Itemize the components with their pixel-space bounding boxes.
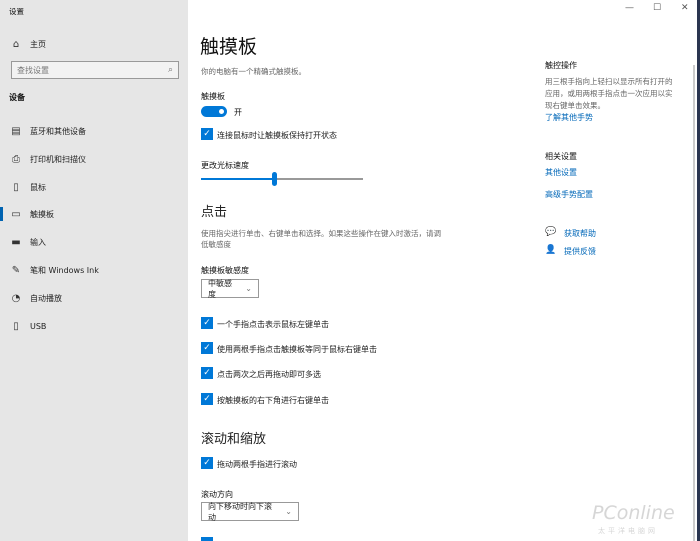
scroll-direction-label: 滚动方向 bbox=[201, 490, 233, 499]
item-label: 自动播放 bbox=[30, 293, 62, 303]
bluetooth-devices-icon: ▤ bbox=[11, 125, 21, 137]
two-finger-scroll-checkbox[interactable]: ✓ bbox=[201, 457, 213, 469]
sensitivity-label: 触摸板敏感度 bbox=[201, 266, 249, 275]
mouse-icon: ▯ bbox=[13, 181, 19, 193]
item-label: 输入 bbox=[30, 237, 46, 247]
tap-option-label: 点击两次之后再拖动即可多选 bbox=[217, 370, 321, 379]
item-label: 打印机和扫描仪 bbox=[30, 154, 86, 164]
section-heading: 设备 bbox=[9, 93, 25, 102]
keyboard-icon: ▬ bbox=[11, 236, 21, 248]
tap-heading: 点击 bbox=[201, 205, 228, 220]
search-input[interactable]: 查找设置 ⌕ bbox=[11, 61, 179, 79]
maximize-button[interactable]: ☐ bbox=[653, 3, 661, 13]
partial-checkbox[interactable] bbox=[201, 537, 213, 541]
related-settings-heading: 相关设置 bbox=[545, 152, 577, 161]
tap-desc-2: 低敏感度 bbox=[201, 240, 231, 249]
sidebar-item-mouse[interactable]: ▯ 鼠标 bbox=[0, 175, 188, 199]
page-subtitle: 你的电脑有一个精确式触摸板。 bbox=[201, 67, 306, 76]
keep-on-checkbox[interactable]: ✓ bbox=[201, 128, 213, 140]
sidebar-item-touchpad[interactable]: ▭ 触摸板 bbox=[0, 202, 188, 226]
tap-option-label: 一个手指点击表示鼠标左键单击 bbox=[217, 320, 329, 329]
home-icon: ⌂ bbox=[12, 38, 20, 50]
search-icon: ⌕ bbox=[167, 65, 173, 75]
usb-icon: ▯ bbox=[13, 320, 19, 332]
item-label: USB bbox=[30, 321, 47, 331]
two-finger-scroll-label: 拖动两根手指进行滚动 bbox=[217, 460, 297, 469]
item-label: 笔和 Windows Ink bbox=[30, 265, 99, 275]
touchpad-icon: ▭ bbox=[11, 208, 21, 220]
sidebar-item-typing[interactable]: ▬ 输入 bbox=[0, 230, 188, 254]
item-label: 蓝牙和其他设备 bbox=[30, 126, 86, 136]
dropdown-value: 中敏感度 bbox=[208, 278, 232, 299]
tap-option-checkbox[interactable]: ✓ bbox=[201, 367, 213, 379]
speed-label: 更改光标速度 bbox=[201, 161, 249, 170]
scroll-heading: 滚动和缩放 bbox=[201, 432, 267, 447]
advanced-gestures-link[interactable]: 高级手势配置 bbox=[545, 189, 593, 200]
sidebar-item-autoplay[interactable]: ◔ 自动播放 bbox=[0, 286, 188, 310]
gesture-desc: 用三根手指向上轻扫以显示所有打开的 bbox=[545, 77, 673, 86]
item-label: 触摸板 bbox=[30, 209, 54, 219]
sidebar-home[interactable]: ⌂ 主页 bbox=[0, 32, 188, 56]
minimize-button[interactable]: — bbox=[625, 3, 634, 13]
feedback-icon: 👤 bbox=[545, 245, 557, 255]
sensitivity-dropdown[interactable]: 中敏感度 ⌄ bbox=[201, 278, 259, 299]
touchpad-label: 触摸板 bbox=[201, 92, 225, 101]
sidebar-item-pen[interactable]: ✎ 笔和 Windows Ink bbox=[0, 258, 188, 282]
other-settings-link[interactable]: 其他设置 bbox=[545, 167, 577, 178]
item-label: 鼠标 bbox=[30, 182, 46, 192]
toggle-state: 开 bbox=[234, 108, 242, 117]
touchpad-toggle[interactable] bbox=[201, 106, 227, 117]
sidebar-item-usb[interactable]: ▯ USB bbox=[0, 314, 188, 338]
tap-option-checkbox[interactable]: ✓ bbox=[201, 317, 213, 329]
speed-slider[interactable] bbox=[201, 172, 363, 186]
slider-thumb[interactable] bbox=[271, 172, 277, 186]
autoplay-icon: ◔ bbox=[11, 292, 21, 304]
dropdown-value: 向下移动时向下滚动 bbox=[208, 501, 272, 522]
help-icon: 💬 bbox=[545, 227, 557, 237]
selected-indicator bbox=[0, 207, 3, 221]
gesture-desc: 应用，或用两根手指点击一次应用以实 bbox=[545, 89, 673, 98]
scrollbar[interactable] bbox=[693, 65, 695, 541]
sidebar: 设置 ⌂ 主页 查找设置 ⌕ 设备 ▤ 蓝牙和其他设备 ⎙ 打印机和扫描仪 ▯ 鼠标 ▭… bbox=[0, 0, 188, 541]
close-button[interactable]: ✕ bbox=[681, 3, 689, 13]
page-title: 触摸板 bbox=[200, 36, 258, 58]
window-title: 设置 bbox=[9, 7, 24, 16]
tap-desc: 使用指尖进行单击、右键单击和选择。如果这些操作在键入时激活，请调 bbox=[201, 229, 441, 238]
tap-option-label: 使用两根手指点击触摸板等同于鼠标右键单击 bbox=[217, 345, 377, 354]
sidebar-item-printers[interactable]: ⎙ 打印机和扫描仪 bbox=[0, 147, 188, 171]
home-label: 主页 bbox=[30, 39, 46, 49]
watermark-cn: 太平洋电脑网 bbox=[598, 527, 658, 535]
scroll-direction-dropdown[interactable]: 向下移动时向下滚动 ⌄ bbox=[201, 501, 299, 522]
chevron-down-icon: ⌄ bbox=[285, 507, 292, 516]
tap-option-checkbox[interactable]: ✓ bbox=[201, 342, 213, 354]
gesture-title: 触控操作 bbox=[545, 61, 577, 70]
gesture-desc: 现右键单击效果。 bbox=[545, 101, 605, 110]
keep-on-label: 连接鼠标时让触摸板保持打开状态 bbox=[217, 131, 337, 140]
sidebar-item-bluetooth[interactable]: ▤ 蓝牙和其他设备 bbox=[0, 119, 188, 143]
get-help-link[interactable]: 获取帮助 bbox=[564, 228, 596, 239]
watermark-logo: PConline bbox=[592, 502, 675, 524]
learn-gestures-link[interactable]: 了解其他手势 bbox=[545, 112, 593, 123]
tap-option-checkbox[interactable]: ✓ bbox=[201, 393, 213, 405]
tap-option-label: 按触摸板的右下角进行右键单击 bbox=[217, 396, 329, 405]
pen-icon: ✎ bbox=[11, 264, 21, 276]
printer-icon: ⎙ bbox=[12, 153, 20, 165]
feedback-link[interactable]: 提供反馈 bbox=[564, 246, 596, 257]
search-placeholder: 查找设置 bbox=[17, 65, 49, 75]
chevron-down-icon: ⌄ bbox=[245, 284, 252, 293]
